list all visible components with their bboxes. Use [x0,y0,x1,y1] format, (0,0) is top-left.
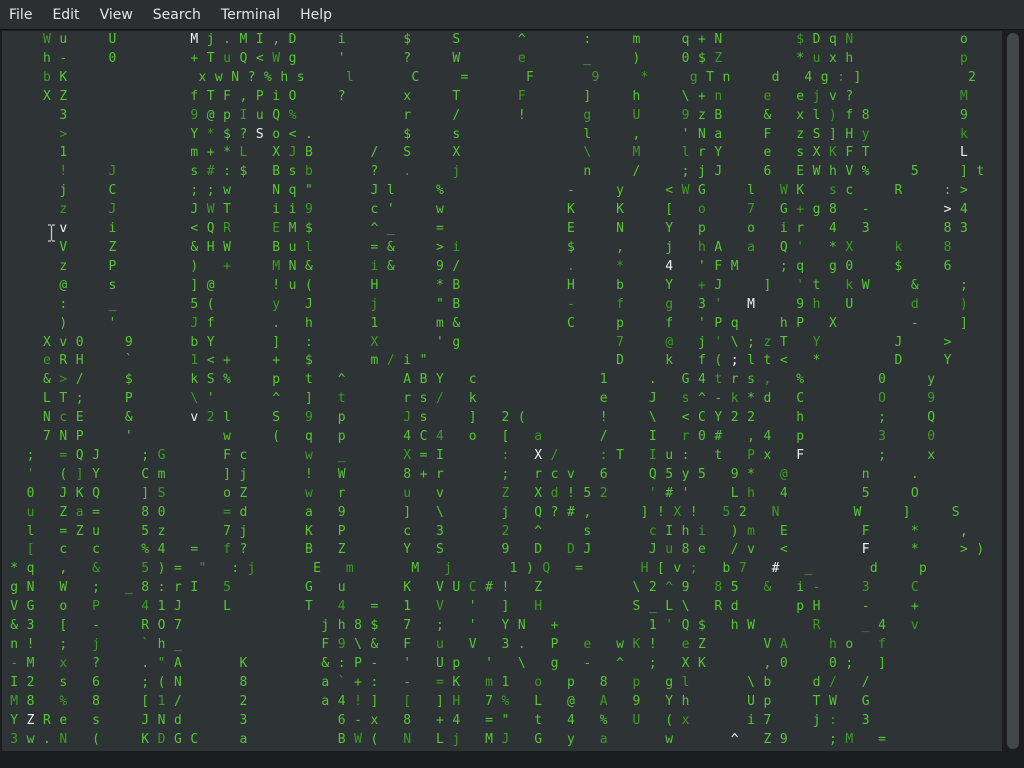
terminal-line: V G o P 4 1 J L T 4 = 1 V ' ] H S _ L \ … [10,599,919,615]
terminal-line: b K x w N ? % h s l C = F 9 * g T n d 4 … [42,69,977,85]
terminal-line: ) ' J f . h 1 m & C p f ' P q h P X - ] … [59,315,969,331]
terminal-line: ; = Q J ; G F c w _ X = I : X / : T I u … [26,447,936,463]
terminal-line: W u U M j . M I , D i $ S ^ : m q + N $ … [42,32,969,47]
scrollbar-thumb[interactable] [1007,33,1019,749]
window-bottom-edge [0,752,1024,768]
terminal-scrollbar[interactable] [1004,31,1022,751]
terminal-output[interactable]: W u U M j . M I , D i $ S ^ : m q + N $ … [2,31,1002,751]
terminal-line: L T ; P \ ' ^ ] t r s / k e J s ^ - k * … [42,391,936,407]
terminal-line: u Z a = 8 0 = d a 9 ] \ j Q ? # , ] ! X … [26,504,960,520]
terminal-line: z J J W T i i 9 c ' w K K [ o 7 G + g 8 … [59,202,969,218]
terminal-line: 1 m + * L X J B / S X \ M l r Y e s X K … [59,145,969,161]
terminal-line: Y Z R e s J N d 3 6 - x 8 + 4 = " t 4 % … [10,712,870,728]
terminal-line: [ c c % 4 = f ? B Z Y S 9 D D J J u 8 e … [26,542,985,558]
text-cursor-ibeam-icon [48,224,55,242]
terminal-line: g N W ; _ 8 : r I 5 G u K V U C # ! Z \ … [10,580,919,596]
terminal-line: & 3 [ - R O 7 j h 8 $ 7 ; ' Y N + 1 ' Q … [10,618,919,634]
terminal-line: M 8 % 8 [ 1 / 2 a 4 ! ] [ ] H 7 % L @ A … [10,693,870,709]
matrix-rain-text: W u U M j . M I , D i $ S ^ : m q + N $ … [2,31,1002,751]
terminal-line: N c E & v 2 l S 9 p J s ] 2 ( ! \ < C Y … [42,410,936,426]
terminal-line: z P ) + M N & i & 9 / . * 4 ' F M ; q g … [59,258,952,274]
terminal-line: - M x ? . " A K & : P - ' U p ' \ g - ^ … [10,655,887,671]
terminal-line: X Z f T F , P i O ? x T F ] h \ + n e e … [42,88,969,104]
terminal-line: 3 w . N ( K D G C a B W ( N L j M J G y … [10,731,887,747]
terminal-line: e R H ` 1 < + + $ m / i " D k f ( ; l t … [42,353,952,369]
terminal-line: * q , & 5 ) = " : j E m M j 1 ) Q = H [ … [10,561,928,577]
terminal-line: j C ; ; w N q " J l % - y < W G l W K s … [59,183,969,199]
terminal-line: Q i < w l y ] 1 u p X 0 L a ) + v P ' X … [2,750,1002,751]
menu-help[interactable]: Help [290,0,342,30]
terminal-line: 3 9 @ p I u Q % r / ! g U 9 z B & x l ) … [59,107,969,123]
menu-edit[interactable]: Edit [42,0,89,30]
terminal-line: @ s ] @ ! u ( H * B H b Y + J ] ' t k W … [59,277,969,293]
terminal-line: ! J s # : $ B s b ? . j n / ; j J 6 E W … [59,164,985,180]
terminal-line: 7 N P ' w ( q p 4 C 4 o [ a / I r 0 # , … [42,429,936,445]
terminal-line: > Y * $ ? S o < . $ s l , ' N a F z S ] … [59,126,969,142]
terminal-line: V Z & H W B u l = & > i $ , j h A a Q ' … [59,239,952,255]
menu-search[interactable]: Search [143,0,211,30]
terminal-line: l = Z u 5 z 7 j K P c 3 2 ^ s c I h i ) … [26,523,969,539]
terminal-line: h - 0 + T u Q < W g ' ? W e _ ) 0 $ Z * … [42,50,969,66]
terminal-line: v i < Q R E M $ ^ _ = E N Y p o i r 4 3 … [59,221,969,237]
menu-view[interactable]: View [90,0,143,30]
terminal-line: I 2 s 6 ; ( N 8 a ` + : - = K m 1 o p 8 … [10,674,870,690]
terminal-line: & > / $ k S % p t ^ A B Y c 1 . G 4 t r … [42,372,936,388]
terminal-line: X v 0 9 b Y ] : X ' g 7 @ j ' \ ; z T Y … [42,334,952,350]
terminal-line: 0 J K Q ] S o Z w r u v Z X d ! 5 2 ' # … [26,485,919,501]
terminal-line: : _ 5 ( y J j " B - f g 3 ' M 9 h U d ) … [59,296,969,312]
terminal-line: n ! ; j ` h _ F 9 \ & F u V 3 . P e w K … [10,637,887,652]
terminal-line: ' ( ] Y C m ] j ! W 8 + r ; r c v 6 Q 5 … [26,466,919,482]
menu-bar: File Edit View Search Terminal Help [0,0,1024,30]
menu-file[interactable]: File [0,0,42,30]
menu-terminal[interactable]: Terminal [211,0,290,30]
